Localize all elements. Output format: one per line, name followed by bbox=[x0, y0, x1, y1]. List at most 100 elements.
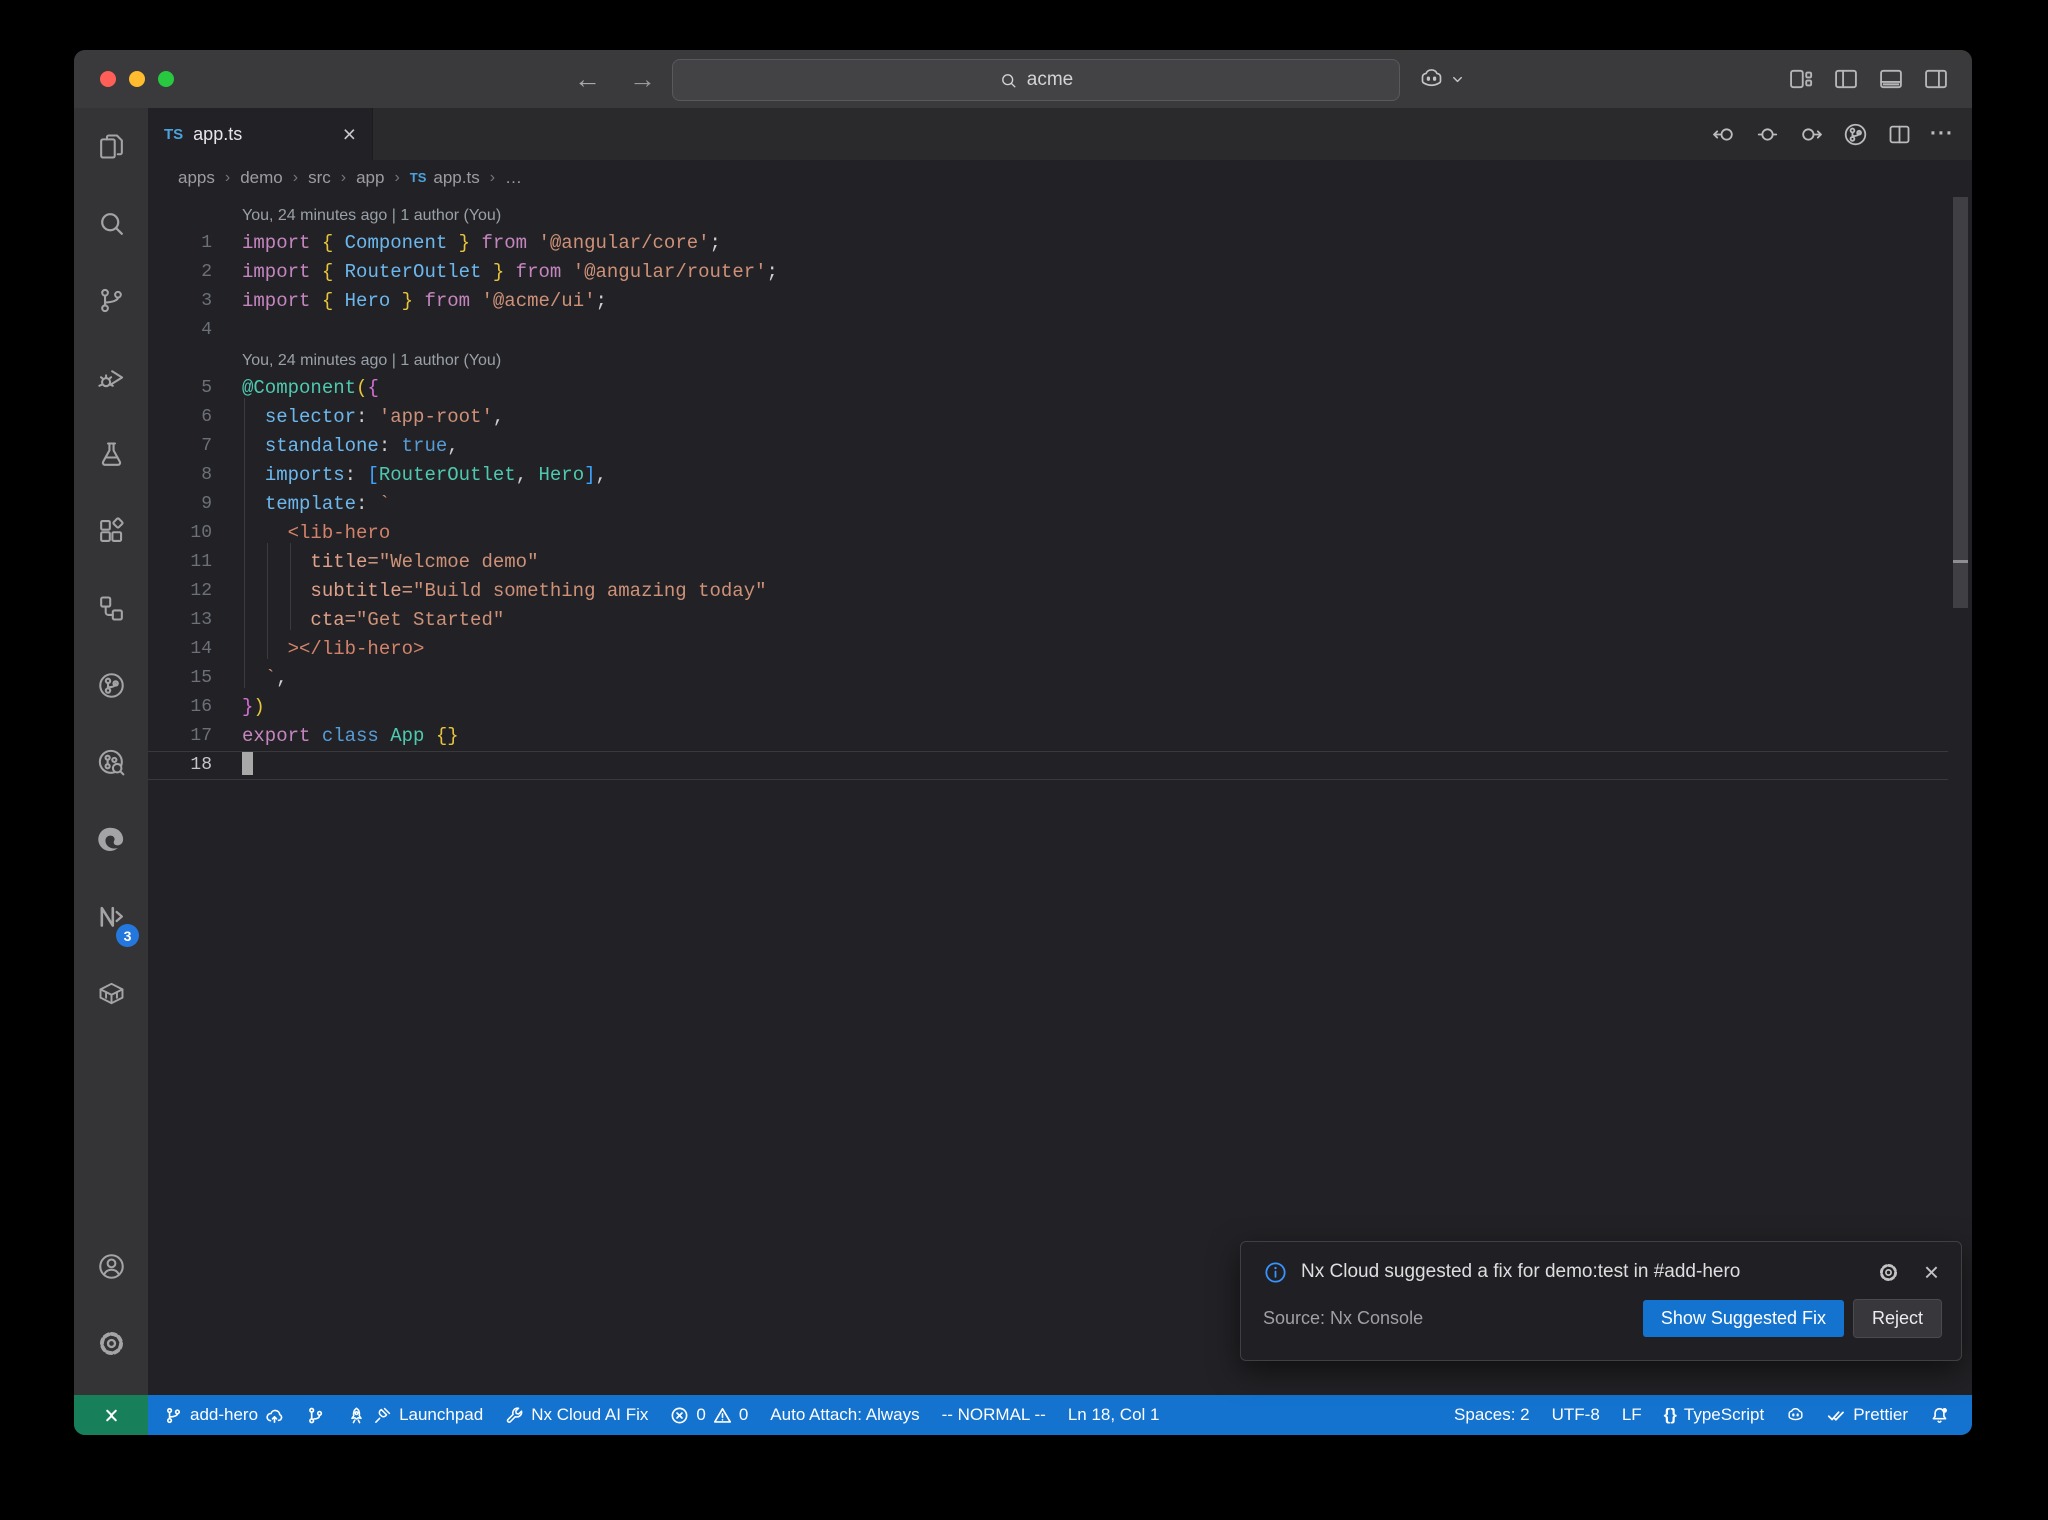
nav-back-icon[interactable] bbox=[1710, 121, 1737, 148]
copilot-menu[interactable] bbox=[1418, 50, 1465, 108]
activity-settings[interactable] bbox=[87, 1318, 135, 1368]
status-indentation[interactable]: Spaces: 2 bbox=[1443, 1395, 1541, 1435]
notification-settings-gear-icon[interactable] bbox=[1877, 1261, 1900, 1284]
status-eol[interactable]: LF bbox=[1611, 1395, 1653, 1435]
line-content: import { Component } from '@angular/core… bbox=[242, 232, 721, 254]
indent-guide bbox=[267, 543, 268, 659]
activity-run-debug[interactable] bbox=[87, 352, 135, 402]
toggle-primary-sidebar-icon[interactable] bbox=[1832, 65, 1860, 93]
status-problems[interactable]: 00 bbox=[659, 1395, 759, 1435]
account-icon bbox=[96, 1251, 127, 1282]
command-center[interactable]: acme bbox=[672, 59, 1400, 101]
nav-current-icon[interactable] bbox=[1754, 121, 1781, 148]
code-line-15[interactable]: 15 `, bbox=[148, 664, 1948, 693]
activity-testing[interactable] bbox=[87, 429, 135, 479]
code-line-1[interactable]: 1 import { Component } from '@angular/cor… bbox=[148, 229, 1948, 258]
activity-containers[interactable] bbox=[87, 968, 135, 1018]
nav-forward-icon[interactable] bbox=[1798, 121, 1825, 148]
code-line-17[interactable]: 17 export class App {} bbox=[148, 722, 1948, 751]
split-editor-icon[interactable] bbox=[1886, 121, 1913, 148]
status-branch-add-hero[interactable]: add-hero bbox=[153, 1395, 295, 1435]
reject-button[interactable]: Reject bbox=[1852, 1299, 1943, 1338]
tab-close-icon[interactable]: × bbox=[343, 122, 356, 146]
code-line-8[interactable]: 8 imports: [RouterOutlet, Hero], bbox=[148, 461, 1948, 490]
editor-actions: ··· bbox=[1710, 108, 1954, 160]
status-nx-cloud-ai-fix[interactable]: Nx Cloud AI Fix bbox=[494, 1395, 659, 1435]
status-cursor-position[interactable]: Ln 18, Col 1 bbox=[1057, 1395, 1171, 1435]
customize-layout-icon[interactable] bbox=[1787, 65, 1815, 93]
breadcrumb-separator: › bbox=[394, 168, 400, 186]
notification-close-icon[interactable]: × bbox=[1924, 1259, 1939, 1285]
breadcrumb-label: … bbox=[505, 167, 523, 187]
code-line-9[interactable]: 9 template: ` bbox=[148, 490, 1948, 519]
line-content: @Component({ bbox=[242, 377, 379, 399]
navigate-forward-icon[interactable]: → bbox=[629, 64, 656, 95]
status-auto-attach[interactable]: Auto Attach: Always bbox=[759, 1395, 930, 1435]
code-line-2[interactable]: 2 import { RouterOutlet } from '@angular/… bbox=[148, 258, 1948, 287]
breadcrumb-src[interactable]: src bbox=[308, 168, 331, 188]
double-check-icon bbox=[1827, 1406, 1846, 1425]
line-number: 1 bbox=[201, 233, 212, 253]
close-window-button[interactable] bbox=[100, 71, 116, 87]
line-number: 6 bbox=[201, 407, 212, 427]
tab-title: app.ts bbox=[193, 123, 243, 144]
editor-scrollbar bbox=[1948, 195, 1972, 1395]
status-encoding[interactable]: UTF-8 bbox=[1541, 1395, 1611, 1435]
breadcrumb-apps[interactable]: apps bbox=[178, 168, 215, 188]
code-line-14[interactable]: 14 ></lib-hero> bbox=[148, 635, 1948, 664]
screen: ← → acme 3 TS app.ts × ··· apps › demo ›… bbox=[0, 0, 2048, 1520]
status-copilot[interactable] bbox=[1775, 1395, 1816, 1435]
activity-references[interactable] bbox=[87, 583, 135, 633]
toggle-secondary-sidebar-icon[interactable] bbox=[1922, 65, 1950, 93]
code-line-18[interactable]: 18 bbox=[148, 751, 1948, 780]
minimize-window-button[interactable] bbox=[129, 71, 145, 87]
line-content: title="Welcmoe demo" bbox=[310, 551, 539, 573]
line-number: 5 bbox=[201, 378, 212, 398]
activity-nx-console[interactable]: 3 bbox=[87, 891, 139, 947]
show-suggested-fix-button[interactable]: Show Suggested Fix bbox=[1642, 1300, 1844, 1337]
status-language-mode[interactable]: {} TypeScript bbox=[1653, 1395, 1776, 1435]
zoom-window-button[interactable] bbox=[158, 71, 174, 87]
code-line-3[interactable]: 3 import { Hero } from '@acme/ui'; bbox=[148, 287, 1948, 316]
breadcrumb-[interactable]: … bbox=[505, 168, 522, 188]
navigate-back-icon[interactable]: ← bbox=[574, 64, 601, 95]
rocket-icon bbox=[347, 1406, 366, 1425]
plug-icon bbox=[373, 1406, 392, 1425]
activity-source-control-graph[interactable] bbox=[87, 660, 135, 710]
line-number: 7 bbox=[201, 436, 212, 456]
activity-search[interactable] bbox=[87, 198, 135, 248]
activity-gitlens-search[interactable] bbox=[87, 737, 135, 787]
more-actions-icon[interactable]: ··· bbox=[1930, 122, 1954, 146]
code-line-6[interactable]: 6 selector: 'app-root', bbox=[148, 403, 1948, 432]
status-source-control-graph[interactable] bbox=[295, 1395, 336, 1435]
status-formatter[interactable]: Prettier bbox=[1816, 1395, 1919, 1435]
editor[interactable]: You, 24 minutes ago | 1 author (You) 1 imp… bbox=[148, 195, 1972, 1395]
activity-explorer[interactable] bbox=[87, 121, 135, 171]
code-line-13[interactable]: 13 cta="Get Started" bbox=[148, 606, 1948, 635]
code-line-12[interactable]: 12 subtitle="Build something amazing tod… bbox=[148, 577, 1948, 606]
code-line-5[interactable]: 5 @Component({ bbox=[148, 374, 1948, 403]
breadcrumb-app[interactable]: app bbox=[356, 168, 384, 188]
status-notifications[interactable] bbox=[1919, 1395, 1960, 1435]
status-vim-mode[interactable]: -- NORMAL -- bbox=[931, 1395, 1057, 1435]
line-content: subtitle="Build something amazing today" bbox=[310, 580, 767, 602]
breadcrumb-demo[interactable]: demo bbox=[240, 168, 283, 188]
code-line-11[interactable]: 11 title="Welcmoe demo" bbox=[148, 548, 1948, 577]
activity-edge-browser[interactable] bbox=[87, 814, 135, 864]
toggle-panel-icon[interactable] bbox=[1877, 65, 1905, 93]
tab-app-ts[interactable]: TS app.ts × bbox=[148, 108, 373, 160]
activity-extensions[interactable] bbox=[87, 506, 135, 556]
activity-badge: 3 bbox=[116, 924, 139, 947]
status-launchpad[interactable]: Launchpad bbox=[336, 1395, 494, 1435]
code-line-7[interactable]: 7 standalone: true, bbox=[148, 432, 1948, 461]
breadcrumb-app.ts[interactable]: TS app.ts bbox=[410, 168, 480, 188]
code-line-16[interactable]: 16}) bbox=[148, 693, 1948, 722]
source-control-graph-icon[interactable] bbox=[1842, 121, 1869, 148]
scrollbar-thumb[interactable] bbox=[1953, 197, 1968, 608]
activity-accounts[interactable] bbox=[87, 1241, 135, 1291]
line-number: 4 bbox=[201, 320, 212, 340]
remote-indicator[interactable] bbox=[74, 1395, 148, 1435]
activity-source-control[interactable] bbox=[87, 275, 135, 325]
code-line-4[interactable]: 4 bbox=[148, 316, 1948, 345]
code-line-10[interactable]: 10 <lib-hero bbox=[148, 519, 1948, 548]
